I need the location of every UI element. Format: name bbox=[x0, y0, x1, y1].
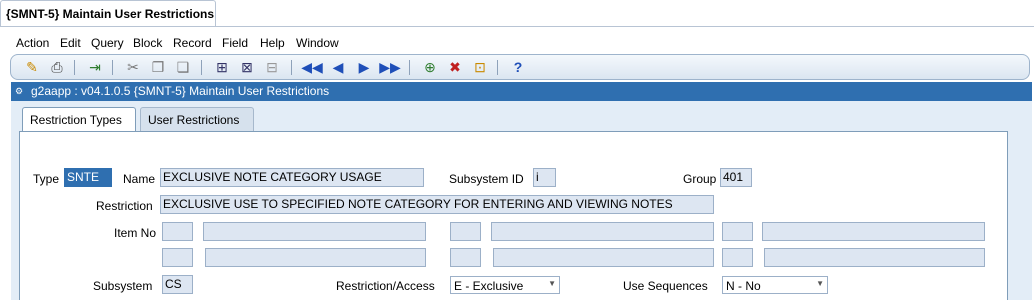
group-label: Group bbox=[683, 172, 717, 186]
item-no-field[interactable] bbox=[450, 222, 481, 241]
item-description-field[interactable] bbox=[762, 222, 985, 241]
query-execute-icon[interactable]: ⊠ bbox=[238, 58, 256, 76]
menu-record[interactable]: Record bbox=[173, 36, 212, 50]
subsystem-label: Subsystem bbox=[93, 279, 153, 293]
name-label: Name bbox=[123, 172, 156, 186]
toolbar-separator bbox=[74, 60, 75, 75]
tab-label: User Restrictions bbox=[148, 113, 240, 127]
previous-record-icon[interactable]: ◀ bbox=[329, 58, 347, 76]
item-no-field[interactable] bbox=[162, 248, 193, 267]
type-label: Type bbox=[33, 172, 60, 186]
use-sequences-label: Use Sequences bbox=[623, 279, 708, 293]
toolbar-separator bbox=[291, 60, 292, 75]
item-no-field[interactable] bbox=[722, 248, 753, 267]
item-no-field[interactable] bbox=[162, 222, 193, 241]
app-icon: ⚙ bbox=[15, 86, 24, 96]
toolbar: ✎ ⎙ ⇥ ✂ ❐ ❏ ⊞ ⊠ ⊟ ◀◀ ◀ ▶ ▶▶ ⊕ ✖ ⊡ ? bbox=[10, 54, 1030, 80]
first-record-icon[interactable]: ◀◀ bbox=[301, 58, 323, 76]
group-field[interactable]: 401 bbox=[720, 168, 752, 187]
type-field[interactable]: SNTE bbox=[64, 168, 112, 187]
menu-query[interactable]: Query bbox=[91, 36, 124, 50]
use-sequences-dropdown[interactable]: N - No ▼ bbox=[722, 276, 828, 294]
delete-record-icon[interactable]: ✖ bbox=[446, 58, 464, 76]
toolbar-separator bbox=[201, 60, 202, 75]
subsystem-id-field[interactable]: i bbox=[533, 168, 556, 187]
copy-icon[interactable]: ❐ bbox=[149, 58, 167, 76]
save-icon[interactable]: ✎ bbox=[23, 58, 41, 76]
item-no-label: Item No bbox=[114, 226, 157, 240]
item-description-field[interactable] bbox=[205, 248, 426, 267]
paste-icon[interactable]: ❏ bbox=[174, 58, 192, 76]
last-record-icon[interactable]: ▶▶ bbox=[379, 58, 401, 76]
query-enter-icon[interactable]: ⊞ bbox=[213, 58, 231, 76]
help-icon[interactable]: ? bbox=[509, 58, 527, 76]
form-title-bar: ⚙ g2aapp : v04.1.0.5 {SMNT-5} Maintain U… bbox=[11, 82, 1032, 101]
window-tab-title: {SMNT-5} Maintain User Restrictions bbox=[6, 7, 215, 21]
item-no-field[interactable] bbox=[450, 248, 481, 267]
query-cancel-icon[interactable]: ⊟ bbox=[263, 58, 281, 76]
subsystem-id-label: Subsystem ID bbox=[449, 172, 524, 186]
menu-window[interactable]: Window bbox=[296, 36, 339, 50]
tab-label: Restriction Types bbox=[30, 113, 122, 127]
tab-restriction-types[interactable]: Restriction Types bbox=[22, 107, 136, 131]
item-description-field[interactable] bbox=[203, 222, 426, 241]
cut-icon[interactable]: ✂ bbox=[124, 58, 142, 76]
restriction-access-dropdown[interactable]: E - Exclusive ▼ bbox=[450, 276, 560, 294]
menu-field[interactable]: Field bbox=[222, 36, 248, 50]
form-title: g2aapp : v04.1.0.5 {SMNT-5} Maintain Use… bbox=[31, 84, 330, 98]
print-icon[interactable]: ⎙ bbox=[48, 58, 66, 76]
toolbar-separator bbox=[409, 60, 410, 75]
item-description-field[interactable] bbox=[764, 248, 985, 267]
insert-record-icon[interactable]: ⊕ bbox=[421, 58, 439, 76]
lock-record-icon[interactable]: ⊡ bbox=[471, 58, 489, 76]
toolbar-separator bbox=[497, 60, 498, 75]
menu-block[interactable]: Block bbox=[133, 36, 162, 50]
restriction-access-label: Restriction/Access bbox=[336, 279, 435, 293]
chevron-down-icon: ▼ bbox=[548, 279, 556, 288]
menu-edit[interactable]: Edit bbox=[60, 36, 81, 50]
next-record-icon[interactable]: ▶ bbox=[355, 58, 373, 76]
restriction-label: Restriction bbox=[96, 199, 153, 213]
item-no-field[interactable] bbox=[722, 222, 753, 241]
item-description-field[interactable] bbox=[491, 222, 714, 241]
toolbar-separator bbox=[112, 60, 113, 75]
menu-action[interactable]: Action bbox=[16, 36, 49, 50]
restriction-field[interactable]: EXCLUSIVE USE TO SPECIFIED NOTE CATEGORY… bbox=[160, 195, 714, 214]
restriction-access-value: E - Exclusive bbox=[454, 279, 524, 293]
item-description-field[interactable] bbox=[493, 248, 714, 267]
menu-bar: Action Edit Query Block Record Field Hel… bbox=[0, 34, 1034, 52]
use-sequences-value: N - No bbox=[726, 279, 761, 293]
chevron-down-icon: ▼ bbox=[816, 279, 824, 288]
name-field[interactable]: EXCLUSIVE NOTE CATEGORY USAGE bbox=[160, 168, 424, 187]
tab-user-restrictions[interactable]: User Restrictions bbox=[140, 107, 254, 131]
window-tab[interactable]: {SMNT-5} Maintain User Restrictions bbox=[0, 0, 216, 27]
exit-icon[interactable]: ⇥ bbox=[86, 58, 104, 76]
menu-help[interactable]: Help bbox=[260, 36, 285, 50]
tab-divider bbox=[0, 26, 1034, 27]
subsystem-field[interactable]: CS bbox=[162, 275, 193, 294]
